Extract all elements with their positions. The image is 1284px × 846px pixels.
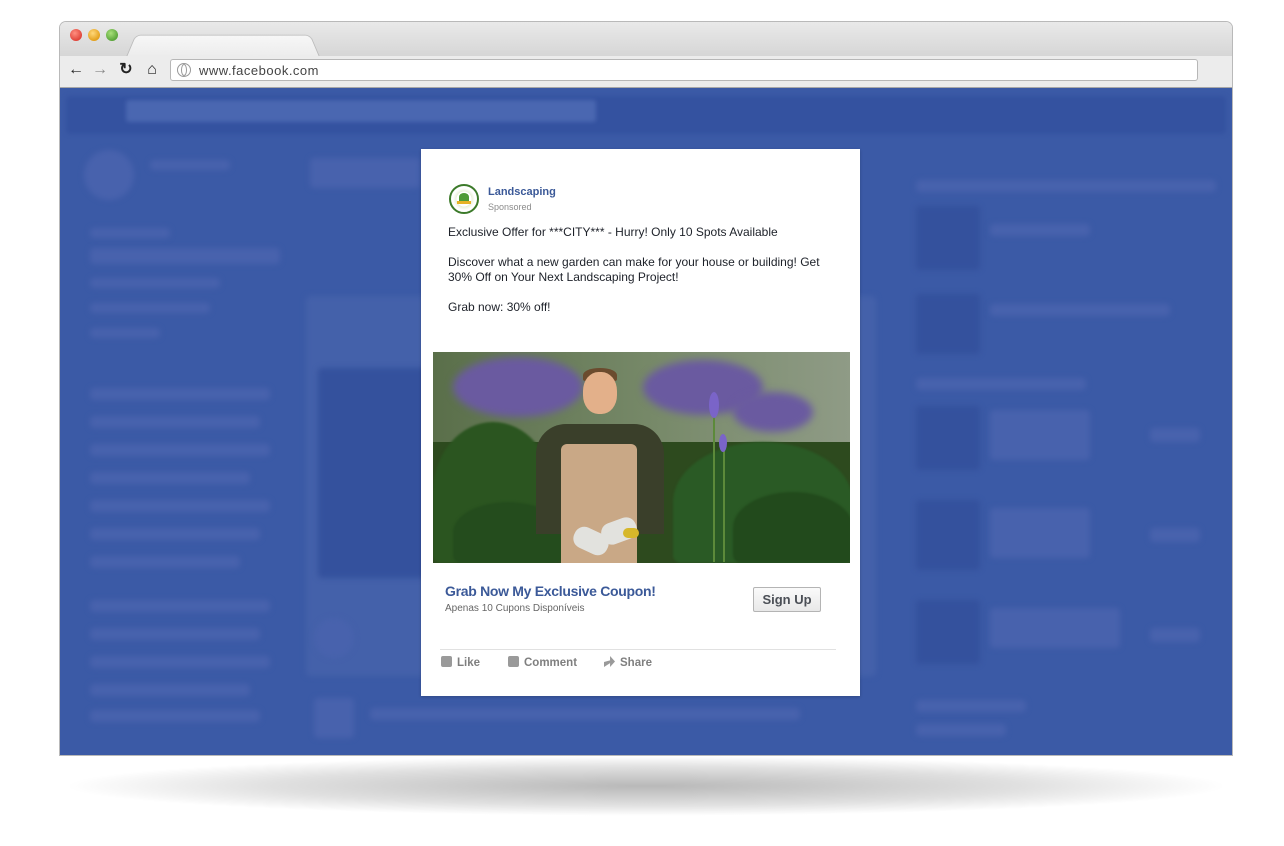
blur-block [916,378,1086,390]
globe-icon [177,63,191,77]
sponsored-ad-card: Landscaping Sponsored Exclusive Offer fo… [421,149,860,696]
cta-subtext: Apenas 10 Cupons Disponíveis [445,603,585,614]
share-label: Share [620,657,652,669]
ad-image-gardener[interactable] [433,352,850,563]
blur-block [90,228,170,238]
ad-body-text: Exclusive Offer for ***CITY*** - Hurry! … [448,225,843,315]
blur-block [314,618,354,658]
gardener-face [583,372,617,414]
blur-block [90,303,210,313]
blur-block [1150,628,1200,642]
blur-block [318,368,428,578]
blur-block [990,224,1090,236]
share-arrow-icon [604,656,615,667]
blur-block [90,710,260,722]
blur-block [150,160,230,170]
wisteria-blossom [453,357,583,417]
blur-block [370,708,800,720]
address-bar[interactable]: www.facebook.com [170,59,1198,81]
blur-block [90,472,250,484]
lavender-flower [719,434,727,452]
comment-bubble-icon [508,656,519,667]
thumbs-up-icon [441,656,452,667]
blur-block [90,528,260,540]
blur-block [90,556,240,568]
ad-grab-line: Grab now: 30% off! [448,300,551,314]
blur-block [90,388,270,400]
fb-search-bar [126,100,596,122]
minimize-window-button[interactable] [88,29,100,41]
blur-block [90,684,250,696]
share-action[interactable]: Share [604,656,652,669]
blur-block [916,294,980,354]
blur-block [916,700,1026,712]
home-icon[interactable]: ⌂ [142,60,162,80]
blur-block [990,508,1090,558]
blur-block [90,656,270,668]
blur-block [314,698,354,738]
blur-block [90,600,270,612]
blur-block [310,158,420,188]
blur-block [990,304,1170,316]
blur-block [916,500,980,570]
landscaping-logo-icon[interactable] [449,184,479,214]
blur-block [90,444,270,456]
lavender-stem [723,442,725,562]
lavender-flower [709,392,719,418]
blur-block [1150,428,1200,442]
blur-block [90,328,160,338]
sign-up-button[interactable]: Sign Up [753,587,821,612]
comment-action[interactable]: Comment [508,656,577,669]
cta-headline[interactable]: Grab Now My Exclusive Coupon! [445,583,656,599]
title-bar [60,22,1232,57]
blur-block [90,278,220,288]
blur-block [916,180,1216,192]
blur-block [916,724,1006,736]
browser-shadow [60,756,1232,816]
blur-block [916,600,980,664]
blur-block [90,500,270,512]
comment-label: Comment [524,657,578,669]
hedge [733,492,850,563]
blur-block [1150,528,1200,542]
ad-page-name[interactable]: Landscaping [488,186,556,198]
blur-block [916,406,980,470]
browser-toolbar: ← → ↻ ⌂ www.facebook.com [60,56,1232,88]
profile-avatar-blur [84,150,134,200]
blur-block [90,248,280,264]
browser-tab[interactable] [126,34,320,57]
like-action[interactable]: Like [441,656,480,669]
like-label: Like [457,657,481,669]
blur-block [90,628,260,640]
wisteria-blossom [733,392,813,432]
close-window-button[interactable] [70,29,82,41]
blur-block [916,206,980,270]
lavender-stem [713,402,715,562]
maximize-window-button[interactable] [106,29,118,41]
blur-block [90,416,260,428]
blur-block [990,608,1120,648]
ad-description: Discover what a new garden can make for … [448,255,820,284]
ad-offer-line: Exclusive Offer for ***CITY*** - Hurry! … [448,225,778,239]
back-arrow-icon[interactable]: ← [66,60,86,80]
actions-divider [440,649,836,650]
url-text: www.facebook.com [199,63,319,78]
blur-block [990,410,1090,460]
forward-arrow-icon[interactable]: → [90,60,110,80]
sponsored-label: Sponsored [488,202,532,212]
glove-cuff [623,528,639,538]
reload-icon[interactable]: ↻ [116,60,136,80]
